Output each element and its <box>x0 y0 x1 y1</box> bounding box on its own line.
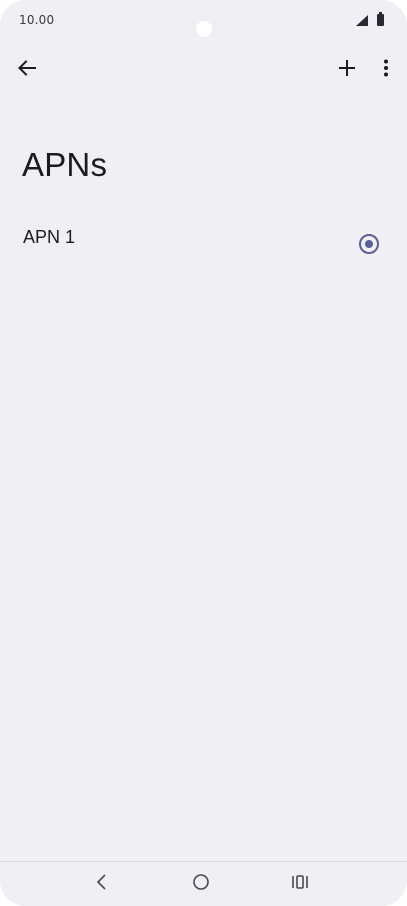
more-options-button[interactable] <box>374 54 398 82</box>
apn-list-item[interactable]: APN 1 <box>0 212 407 276</box>
more-vertical-icon <box>384 59 388 77</box>
apn-name: APN 1 <box>23 227 76 247</box>
screen: 10.00 APNs APN 1 <box>0 0 407 906</box>
back-chevron-icon[interactable] <box>90 870 114 894</box>
apn-radio-selected[interactable] <box>359 234 379 254</box>
plus-icon <box>339 60 355 76</box>
add-apn-button[interactable] <box>332 54 362 82</box>
navigation-bar <box>0 861 407 906</box>
arrow-left-icon <box>18 60 36 76</box>
home-circle-icon[interactable] <box>189 870 213 894</box>
signal-icon <box>356 15 368 26</box>
recents-icon[interactable] <box>288 870 312 894</box>
page-title: APNs <box>22 146 108 183</box>
battery-icon <box>377 12 384 26</box>
status-bar: 10.00 <box>0 0 407 42</box>
radio-selected-dot <box>365 240 373 248</box>
back-button[interactable] <box>12 54 42 82</box>
status-time: 10.00 <box>19 13 55 27</box>
camera-cutout <box>196 21 212 37</box>
